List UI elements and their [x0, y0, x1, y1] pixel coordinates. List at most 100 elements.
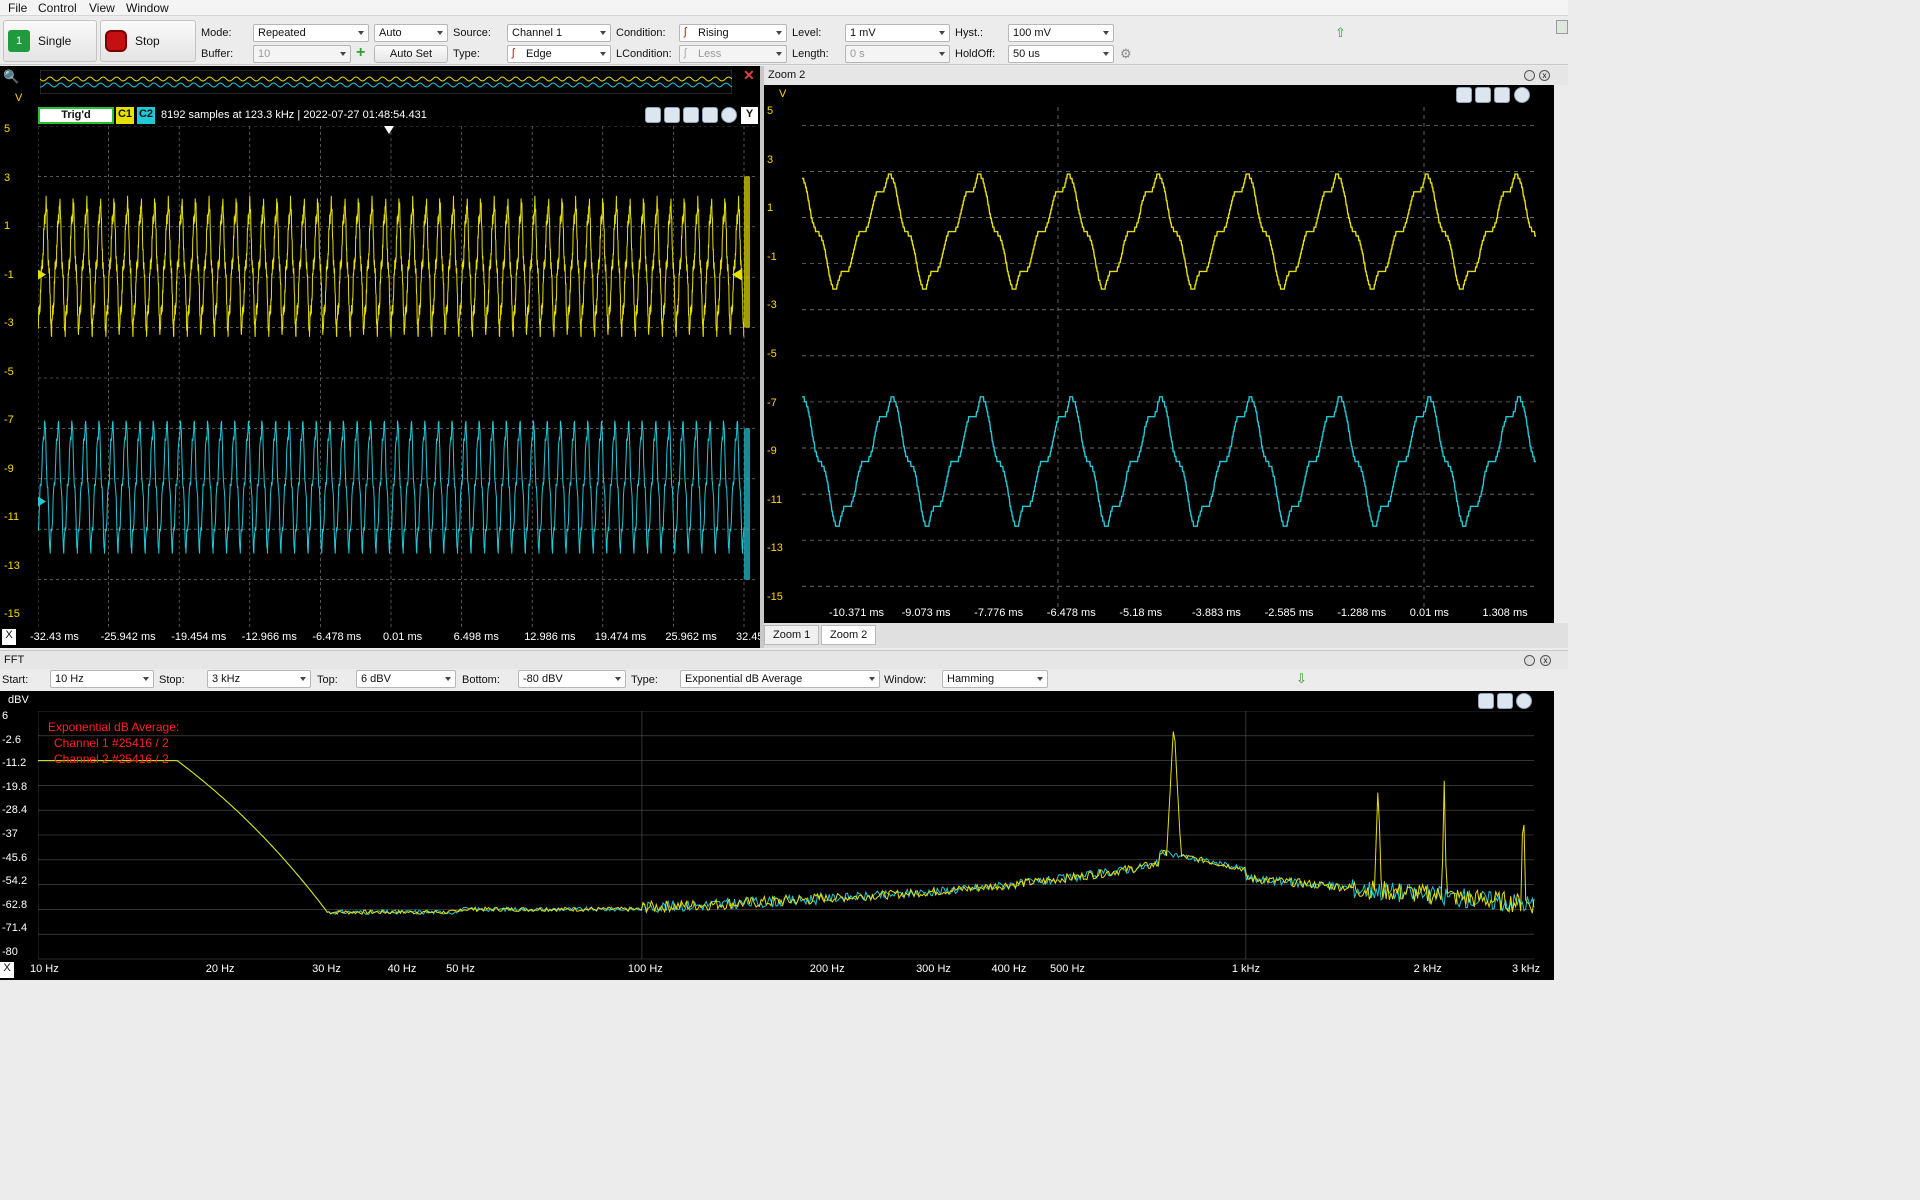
source-select[interactable]: Channel 1	[507, 24, 611, 42]
mode-select[interactable]: Repeated	[253, 24, 369, 42]
fft-stop-select[interactable]: 3 kHz	[207, 670, 311, 688]
toolbar: 1 Single Stop Mode: Repeated Auto Buffer…	[0, 17, 1568, 65]
channel-1-offset-marker[interactable]	[38, 269, 46, 280]
fft-x-button[interactable]: X	[0, 962, 14, 978]
overview-strip[interactable]	[40, 70, 732, 94]
fft-restore-icon[interactable]	[1524, 655, 1535, 666]
fft-settings-icon[interactable]	[1516, 693, 1532, 709]
tick-label: -32.43 ms	[30, 631, 79, 643]
fft-cursor-left-icon[interactable]	[1478, 693, 1494, 709]
tick-label: -19.8	[2, 780, 28, 793]
tab-zoom-1[interactable]: Zoom 1	[764, 625, 820, 645]
holdoff-label: HoldOff:	[955, 48, 996, 60]
mode-auto-select[interactable]: Auto	[374, 24, 448, 42]
fft-close-icon[interactable]: x	[1540, 655, 1551, 666]
zoom-title: Zoom 2	[768, 69, 806, 81]
hyst-input[interactable]: 100 mV	[1008, 24, 1114, 42]
zoom-channel-2-trace	[802, 396, 1536, 527]
tick-label: -10.371 ms	[829, 607, 885, 619]
tick-label: -25.942 ms	[100, 631, 156, 643]
zoom-scrollbar[interactable]	[1554, 85, 1568, 623]
channel-2-offset-marker[interactable]	[38, 496, 46, 507]
fft-panel: dBV 6 -2.6 -11.2 -19.8 -28.4 -37 -45.6 -54.2 -62…	[0, 691, 1554, 980]
menu-file[interactable]: File	[8, 1, 27, 15]
acquisition-info: 8192 samples at 123.3 kHz | 2022-07-27 0…	[161, 109, 427, 121]
zoom-cursor-both-icon[interactable]	[1494, 87, 1510, 103]
holdoff-input[interactable]: 50 us	[1008, 45, 1114, 63]
add-icon[interactable]: +	[356, 44, 365, 62]
tick-label: -9.073 ms	[901, 607, 951, 619]
cursor-right-icon[interactable]	[683, 107, 699, 123]
rising-edge-icon: ʃ	[684, 26, 687, 38]
trigger-position-marker[interactable]	[384, 126, 394, 134]
tick-label: 6	[2, 710, 9, 722]
close-icon[interactable]: ✕	[743, 67, 755, 84]
x-button[interactable]: X	[2, 629, 16, 645]
level-input[interactable]: 1 mV	[845, 24, 950, 42]
buffer-input[interactable]: 10	[253, 45, 351, 63]
tick-label: 1.308 ms	[1482, 607, 1528, 619]
restore-icon[interactable]	[1524, 70, 1535, 81]
gear-icon[interactable]: ⚙	[1120, 46, 1132, 62]
fft-channel-2-trace	[38, 760, 1535, 916]
zoom-plot[interactable]	[802, 107, 1536, 607]
tick-label: 30 Hz	[312, 963, 341, 975]
arrow-up-icon[interactable]: ⇧	[1335, 25, 1346, 41]
magnifier-icon[interactable]: 🔍	[3, 69, 19, 85]
condition-select[interactable]: ʃ Rising	[679, 24, 787, 42]
channel-2-badge[interactable]: C2	[137, 107, 155, 124]
arrow-down-icon[interactable]: ⇩	[1296, 671, 1307, 687]
menu-window[interactable]: Window	[126, 1, 169, 15]
zoom-settings-icon[interactable]	[1514, 87, 1530, 103]
fft-type-select[interactable]: Exponential dB Average	[680, 670, 880, 688]
fft-bottom-select[interactable]: -80 dBV	[518, 670, 626, 688]
cursor-both-icon[interactable]	[702, 107, 718, 123]
tick-label: -11	[767, 493, 783, 506]
buffer-label: Buffer:	[201, 48, 234, 60]
fft-plot[interactable]	[38, 711, 1536, 961]
zoom-icon[interactable]	[645, 107, 661, 123]
stop-label: Stop	[135, 34, 160, 48]
channel-2-histogram	[744, 428, 750, 580]
menu-control[interactable]: Control	[38, 1, 77, 15]
trigger-status-badge: Trig'd	[38, 107, 114, 124]
fft-scrollbar[interactable]	[1554, 691, 1568, 980]
lcondition-select[interactable]: ʃ Less	[679, 45, 787, 63]
stop-button[interactable]: Stop	[100, 20, 196, 62]
tab-zoom-2[interactable]: Zoom 2	[821, 625, 877, 645]
settings-icon[interactable]	[721, 107, 737, 123]
tick-label: -2.585 ms	[1264, 607, 1314, 619]
tick-label: -7.776 ms	[974, 607, 1024, 619]
tick-label: 3	[4, 171, 11, 184]
cursor-left-icon[interactable]	[664, 107, 680, 123]
main-plot[interactable]	[38, 126, 760, 630]
fft-window-select[interactable]: Hamming	[942, 670, 1048, 688]
zoom-cursor-left-icon[interactable]	[1456, 87, 1472, 103]
zoom-close-icon[interactable]: x	[1539, 70, 1550, 81]
tick-label: -5	[4, 365, 14, 378]
tick-label: -15	[767, 591, 783, 603]
panel-toggle[interactable]	[1556, 20, 1568, 34]
tick-label: -15	[4, 608, 20, 620]
fft-cursor-right-icon[interactable]	[1497, 693, 1513, 709]
tick-label: 40 Hz	[387, 963, 417, 975]
tick-label: -7	[767, 396, 777, 409]
tick-label: 1	[4, 220, 11, 232]
single-button[interactable]: 1 Single	[3, 20, 97, 62]
auto-set-button[interactable]: Auto Set	[374, 45, 448, 63]
fft-legend-ch2: Channel 2 #25416 / 2	[54, 752, 169, 766]
zoom-cursor-right-icon[interactable]	[1475, 87, 1491, 103]
tick-label: -1	[767, 250, 777, 263]
length-input[interactable]: 0 s	[845, 45, 950, 63]
tick-label: -12.966 ms	[241, 631, 297, 643]
type-select[interactable]: ʃ Edge	[507, 45, 611, 63]
stop-icon	[105, 30, 127, 52]
menu-view[interactable]: View	[89, 1, 115, 15]
fft-title: FFT	[4, 654, 25, 666]
tick-label: 3 kHz	[1512, 963, 1541, 975]
fft-top-select[interactable]: 6 dBV	[356, 670, 456, 688]
fft-start-select[interactable]: 10 Hz	[50, 670, 154, 688]
tick-label: -3	[767, 299, 777, 312]
y-button[interactable]: Y	[741, 107, 758, 124]
channel-1-badge[interactable]: C1	[116, 107, 134, 124]
